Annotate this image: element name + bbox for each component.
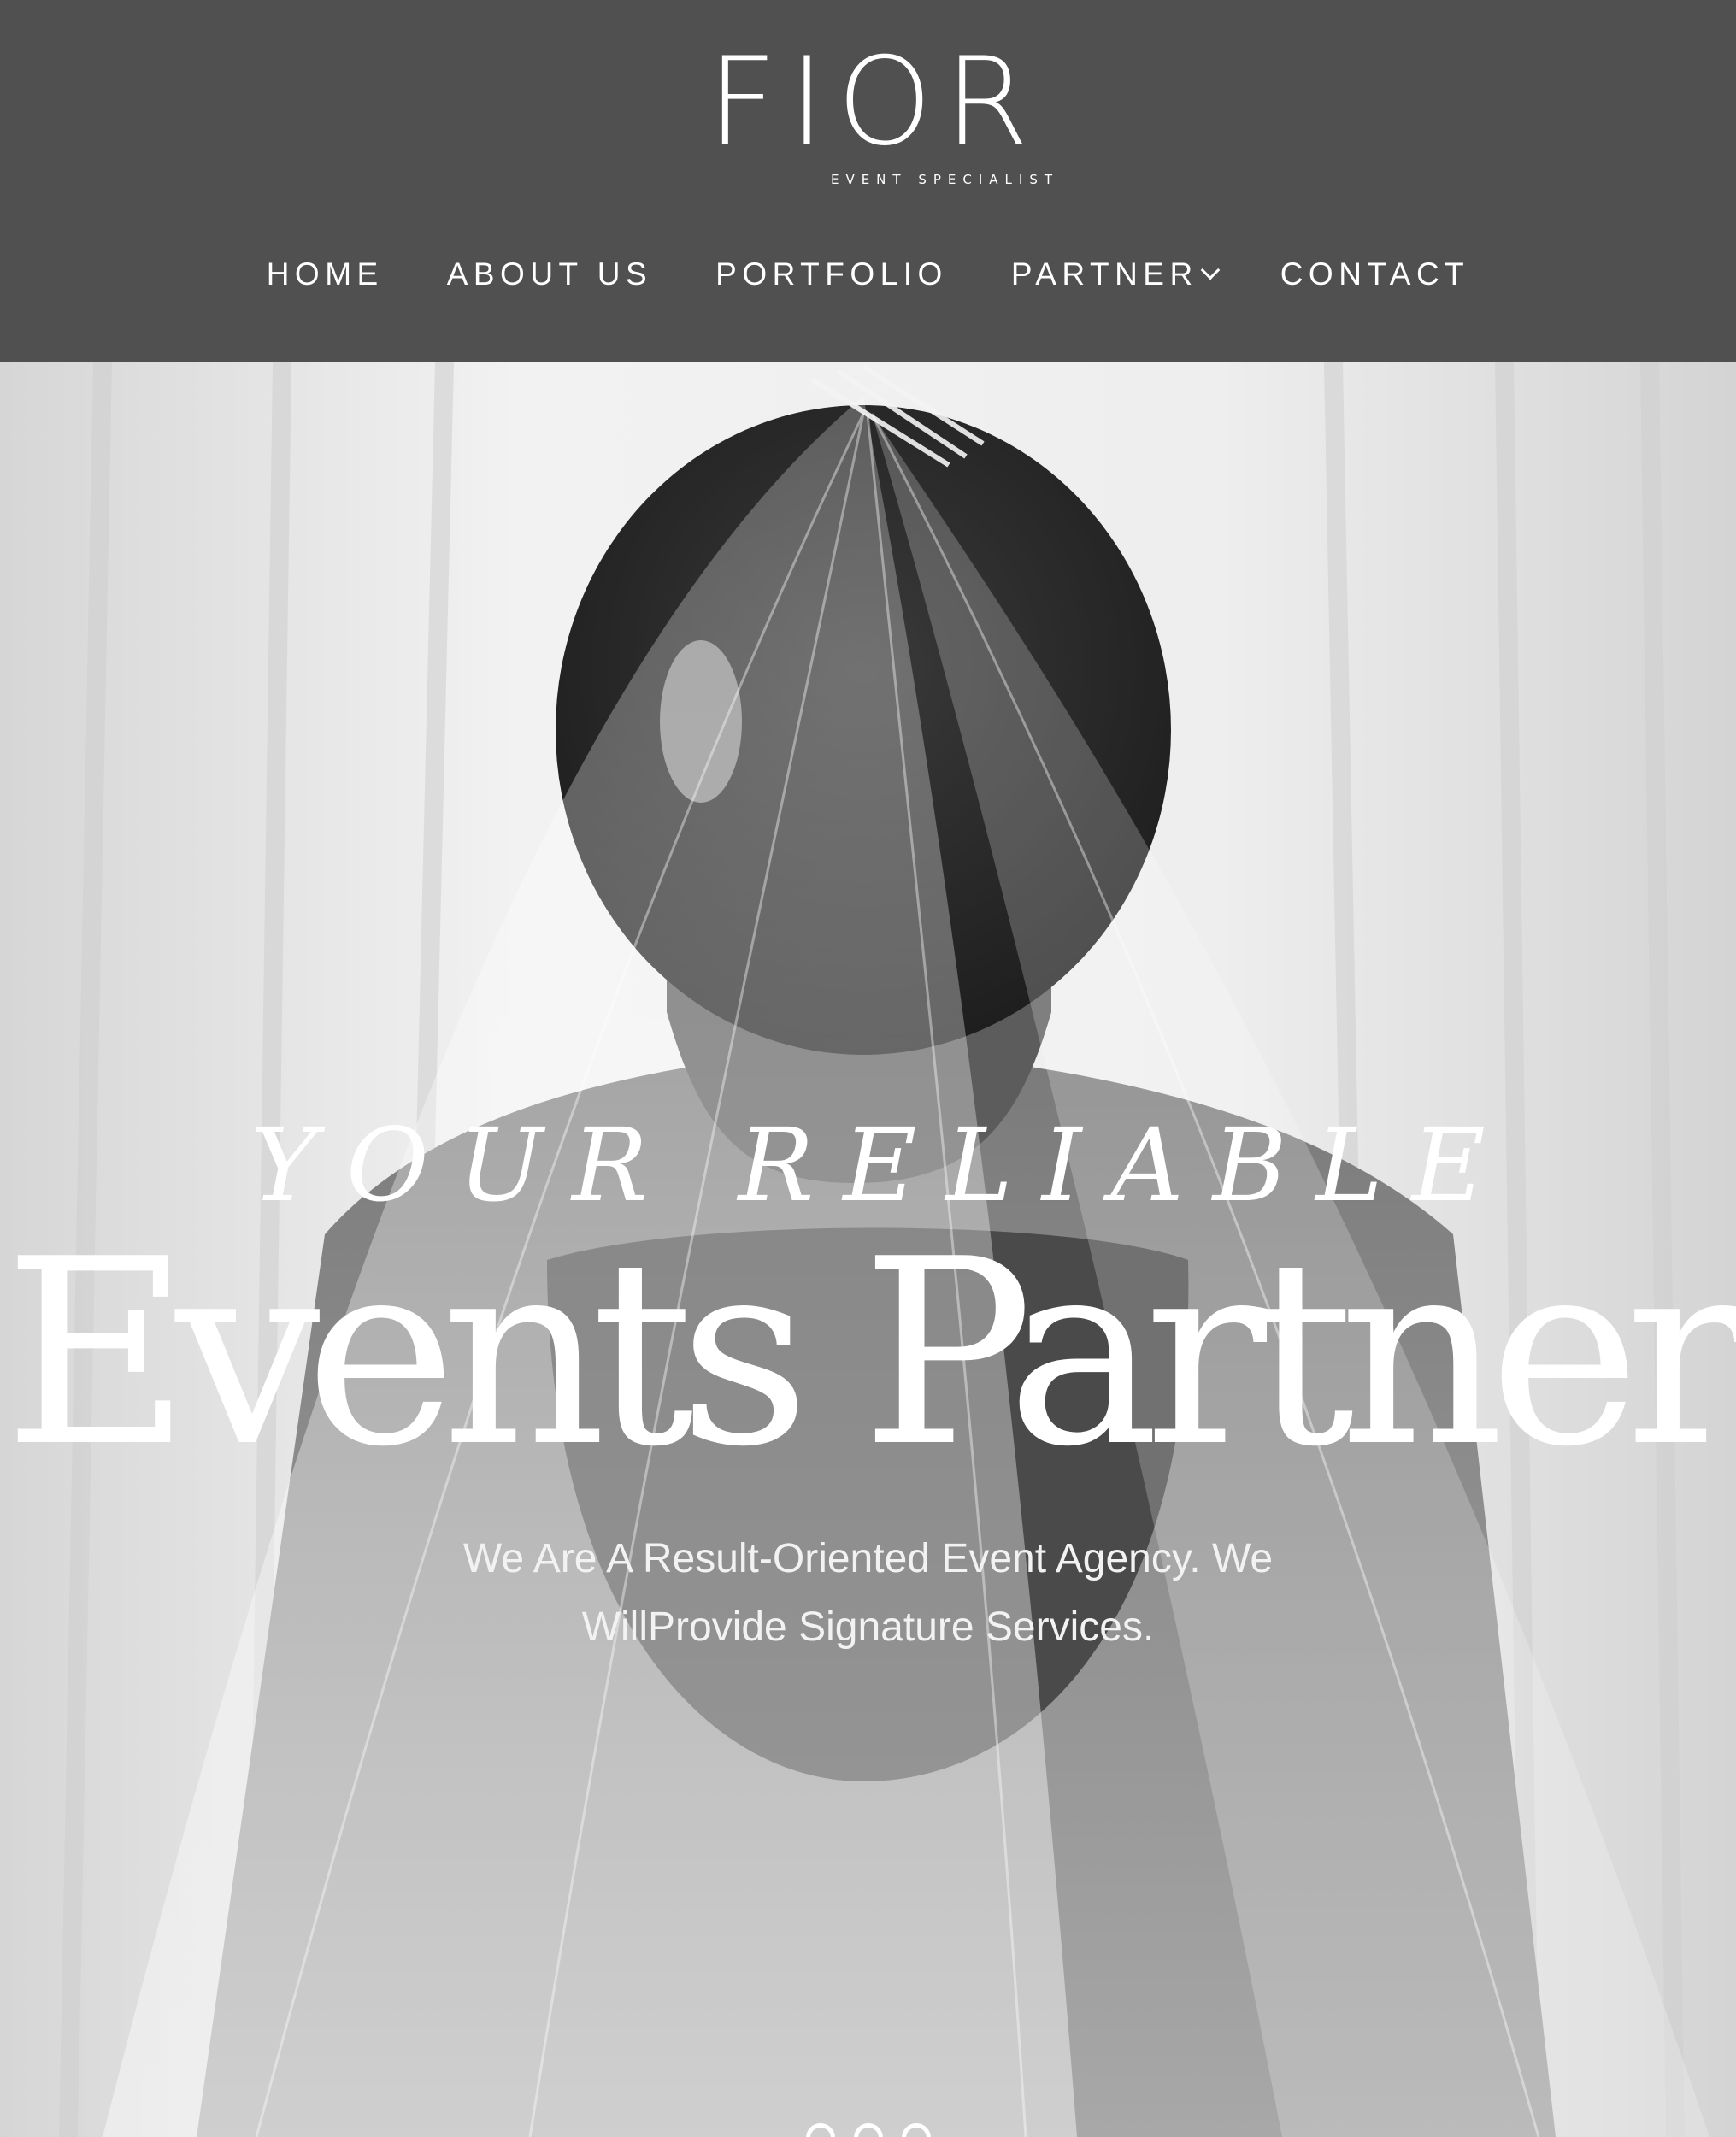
nav-item-contact[interactable]: CONTACT [1280,256,1470,292]
nav-item-label: ABOUT US [446,256,653,291]
logo[interactable]: FIOR EVENT SPECIALIST [0,32,1736,188]
slider-dot[interactable] [805,2123,835,2137]
hero-eyebrow: YOUR RELIABLE [250,1106,1515,1224]
nav-item-label: PORTFOLIO [715,256,948,291]
hero-title: Events Partner [3,1204,1736,1503]
nav-item-about-us[interactable]: ABOUT US [447,256,652,292]
slider-dot[interactable] [853,2123,883,2137]
hero-subtitle: We Are A Result-Oriented Event Agency. W… [462,1536,1274,1650]
nav-item-label: PARTNER [1010,256,1198,291]
slider-dot[interactable] [901,2123,931,2137]
nav-item-label: CONTACT [1280,256,1470,291]
site-header: FIOR EVENT SPECIALIST HOME ABOUT US PORT… [0,0,1736,362]
page: FIOR EVENT SPECIALIST HOME ABOUT US PORT… [0,0,1736,2137]
nav-item-portfolio[interactable]: PORTFOLIO [715,256,948,292]
hero-banner: YOUR RELIABLE Events Partner We Are A Re… [0,362,1736,2137]
logo-tagline: EVENT SPECIALIST [830,172,1060,187]
slider-pagination [0,2123,1736,2137]
nav-item-partner[interactable]: PARTNER [1010,256,1221,292]
nav-item-home[interactable]: HOME [267,256,384,292]
chevron-down-icon [1200,260,1221,280]
nav-item-label: HOME [266,256,384,291]
logo-wordmark: FIOR [707,32,1041,173]
main-nav: HOME ABOUT US PORTFOLIO PARTNER CONTACT [0,256,1736,292]
